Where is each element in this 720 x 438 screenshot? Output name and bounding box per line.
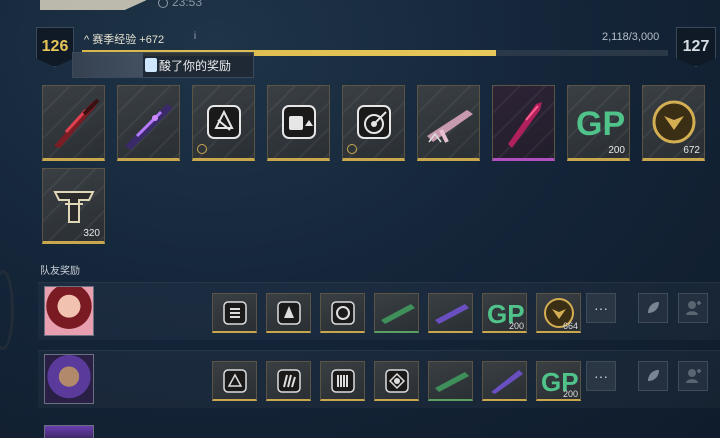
- teammate-reward-tile[interactable]: [266, 361, 311, 401]
- reward-count: 672: [683, 145, 700, 156]
- teammate-reward-tile[interactable]: [428, 361, 473, 401]
- teammate-reward-tile[interactable]: [212, 293, 257, 333]
- teammate-avatar-partial: [44, 425, 94, 438]
- season-xp-label: ^ 赛季经验 +672: [84, 31, 164, 47]
- teammate-reward-tile[interactable]: 664: [536, 293, 581, 333]
- reward-tile[interactable]: [42, 85, 105, 161]
- eye-emblem-icon: [384, 368, 409, 393]
- reward-count: 200: [608, 145, 625, 156]
- teammate-reward-tile[interactable]: GP 200: [482, 293, 527, 333]
- teammate-reward-tile[interactable]: [212, 361, 257, 401]
- t-logo-emblem-icon: [52, 191, 95, 223]
- season-xp-text: 赛季经验 +672: [92, 34, 165, 46]
- purple-knife-icon: [124, 104, 173, 150]
- reward-tile[interactable]: 320: [42, 168, 105, 244]
- reward-tile[interactable]: [267, 85, 330, 161]
- reward-tile[interactable]: GP 200: [567, 85, 630, 161]
- reward-tile[interactable]: [492, 85, 555, 161]
- reward-count: 664: [562, 321, 578, 331]
- pink-gun-icon: [426, 110, 473, 143]
- decorative-ring: [0, 270, 14, 350]
- xp-count: 2,118/3,000: [602, 31, 660, 43]
- corner-badge-icon: [347, 144, 357, 154]
- teammate-row: GP 200 ···: [38, 350, 720, 408]
- teammate-reward-tile[interactable]: GP 200: [536, 361, 581, 401]
- teammate-reward-tile[interactable]: [374, 293, 419, 333]
- add-friend-button[interactable]: [678, 361, 708, 391]
- teammate-avatar: [44, 354, 94, 404]
- leaf-icon: [648, 302, 659, 313]
- reward-tile[interactable]: [192, 85, 255, 161]
- bars-emblem-icon: [330, 368, 355, 393]
- reward-count: 200: [508, 321, 524, 331]
- toast-text: 酸了你的奖励: [159, 58, 232, 73]
- like-button[interactable]: [638, 293, 668, 323]
- badge-emblem-icon: [206, 105, 241, 139]
- crystal-emblem-icon: [276, 300, 301, 325]
- teammate-reward-tile[interactable]: [266, 293, 311, 333]
- current-level-badge: 126: [36, 27, 74, 67]
- upgrade-emblem-icon: [222, 300, 247, 325]
- like-button[interactable]: [638, 361, 668, 391]
- toast-avatar-icon: [145, 58, 157, 72]
- reward-tile[interactable]: [342, 85, 405, 161]
- teammate-row: GP 200 664 ···: [38, 282, 720, 340]
- corner-badge-icon: [197, 144, 207, 154]
- reward-count: 320: [83, 228, 100, 239]
- more-button[interactable]: ···: [586, 293, 616, 323]
- leaf-icon: [648, 370, 659, 381]
- toast-blurred-name: [73, 53, 143, 77]
- clock-icon: [158, 0, 168, 8]
- teammate-avatar: [44, 286, 94, 336]
- next-level-badge: 127: [676, 27, 716, 67]
- teammate-reward-tile[interactable]: [320, 293, 365, 333]
- reward-tile[interactable]: [117, 85, 180, 161]
- add-friend-button[interactable]: [678, 293, 708, 323]
- svg-text:GP: GP: [576, 105, 624, 142]
- teammate-reward-tile[interactable]: [320, 361, 365, 401]
- badge-emblem-icon: [222, 368, 247, 393]
- red-knife-icon: [53, 98, 99, 148]
- add-user-icon: [686, 369, 701, 383]
- claw-emblem-icon: [276, 368, 301, 393]
- teammate-rewards-title: 队友奖励: [40, 266, 80, 277]
- teammate-reward-tile[interactable]: [374, 361, 419, 401]
- chevron-up-icon: ^: [84, 34, 90, 46]
- green-gun-icon: [434, 371, 469, 392]
- add-user-icon: [686, 301, 701, 315]
- match-time: 23:53: [172, 0, 203, 9]
- fist-upgrade-icon: [281, 105, 316, 139]
- green-gun-icon: [380, 303, 415, 324]
- notification-toast: 酸了你的奖励: [72, 52, 254, 78]
- reward-tile[interactable]: [417, 85, 480, 161]
- gold-coin-icon: [652, 100, 695, 144]
- teammate-reward-tile[interactable]: [428, 293, 473, 333]
- info-icon[interactable]: i: [189, 31, 201, 43]
- teammate-reward-tile[interactable]: [482, 361, 527, 401]
- gp-currency-icon: GP: [576, 105, 624, 142]
- page-title-fragment: [40, 0, 146, 10]
- pink-dagger-icon: [507, 102, 542, 148]
- more-button[interactable]: ···: [586, 361, 616, 391]
- purple-gun-icon: [434, 303, 469, 324]
- reward-count: 200: [562, 389, 578, 399]
- purple-knife-icon: [490, 369, 523, 394]
- reward-tile[interactable]: 672: [642, 85, 705, 161]
- target-emblem-icon: [356, 105, 391, 139]
- spin-emblem-icon: [330, 300, 355, 325]
